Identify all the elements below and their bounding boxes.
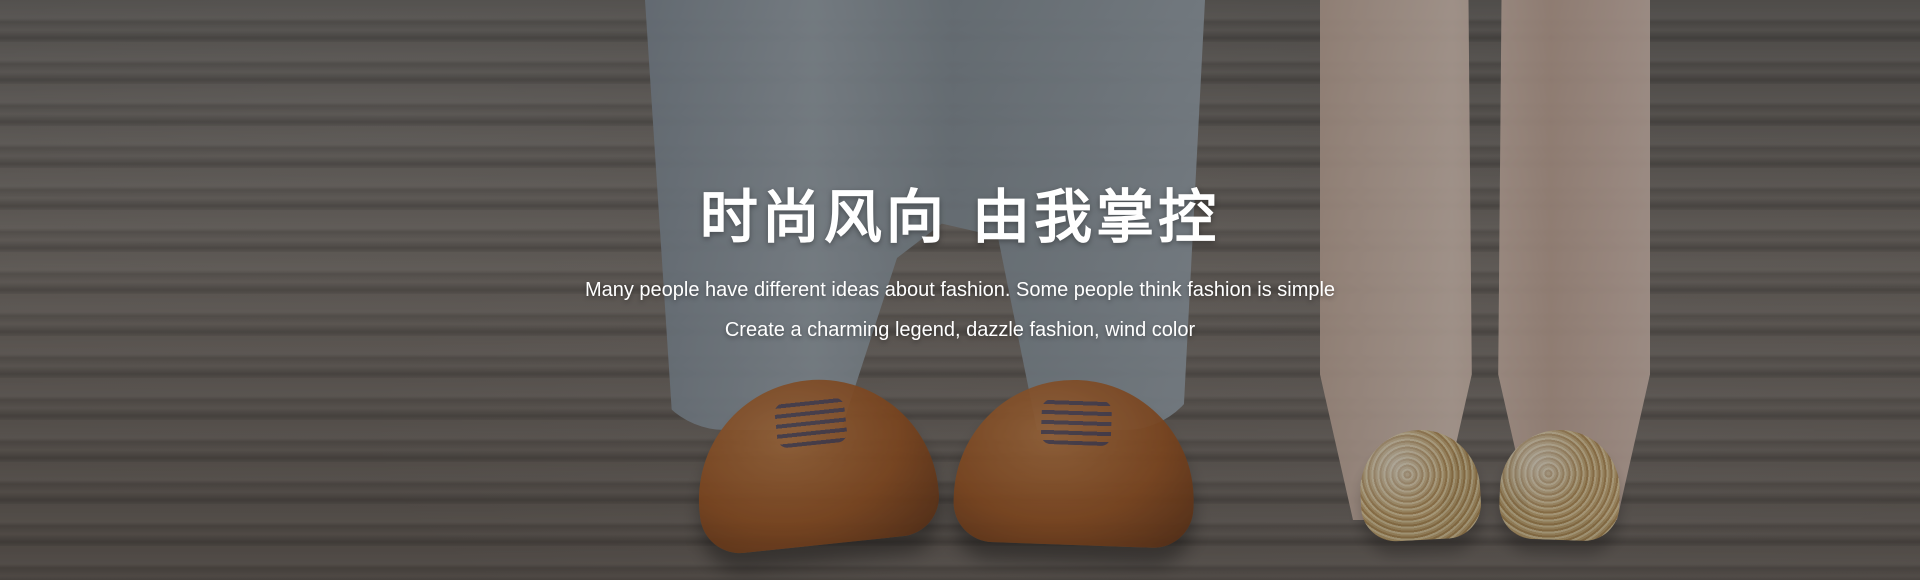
hero-title: 时尚风向 由我掌控 xyxy=(699,183,1221,251)
hero-subtitle-line-2: Create a charming legend, dazzle fashion… xyxy=(724,319,1196,341)
hero-banner: 时尚风向 由我掌控 Many people have different ide… xyxy=(0,0,1920,580)
hero-text-block: 时尚风向 由我掌控 Many people have different ide… xyxy=(0,170,1920,340)
hero-subtitle-line-1: Many people have different ideas about f… xyxy=(584,279,1336,301)
